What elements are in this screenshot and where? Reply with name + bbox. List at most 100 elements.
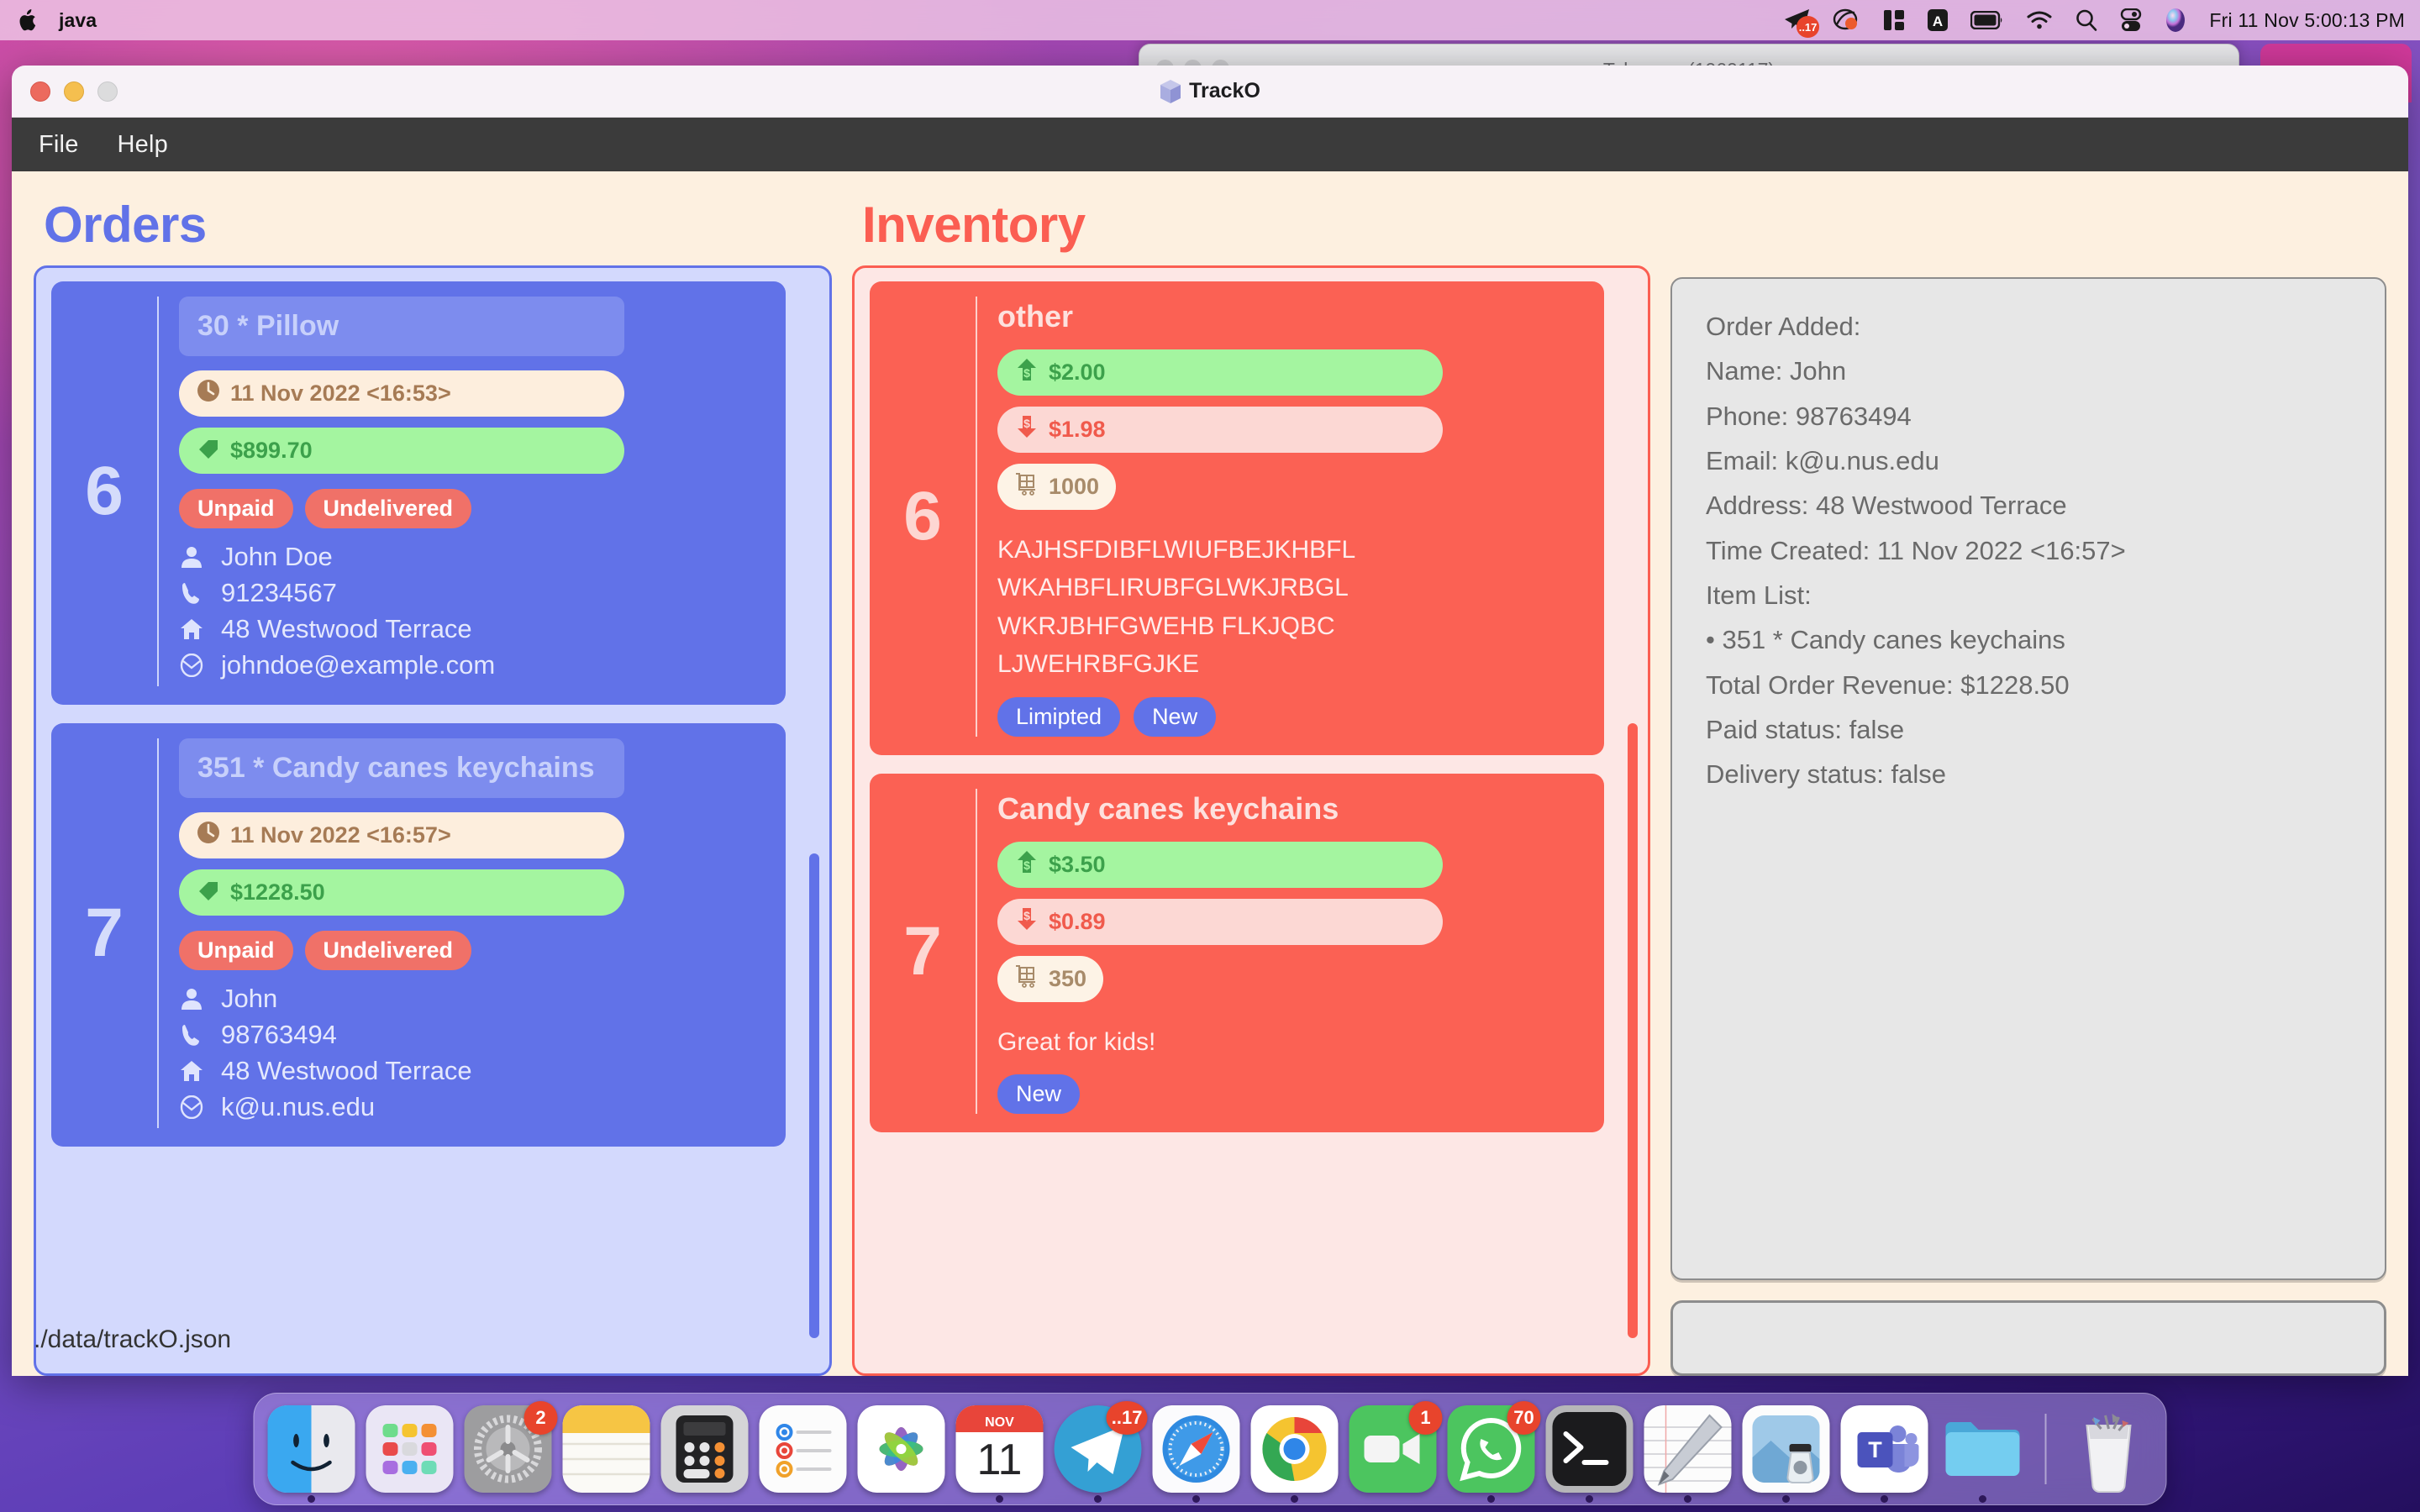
detail-line: Name: John (1706, 356, 1847, 386)
dock-item-telegram[interactable]: ..17 (1054, 1401, 1148, 1503)
launchpad-icon[interactable] (366, 1405, 454, 1493)
dock-item-microsoft-teams[interactable]: T (1840, 1405, 1928, 1503)
dock-item-preview[interactable] (1742, 1405, 1830, 1503)
detail-line: Total Order Revenue: $1228.50 (1706, 669, 2070, 700)
siri-icon[interactable] (2164, 8, 2187, 33)
calendar-icon[interactable]: NOV 11 (955, 1405, 1044, 1493)
order-price-text: $1228.50 (230, 879, 325, 905)
dock-item-calculator[interactable] (660, 1405, 749, 1493)
order-item-summary: 351 * Candy canes keychains (179, 738, 624, 798)
dock-item-safari[interactable] (1152, 1405, 1240, 1503)
status-badge-paid[interactable]: Unpaid (179, 488, 293, 528)
order-time-text: 11 Nov 2022 <16:53> (230, 380, 451, 406)
folder-icon[interactable] (1939, 1405, 2027, 1493)
status-badge-delivery[interactable]: Undelivered (304, 930, 472, 970)
inventory-cost-price: $1.98 (1049, 416, 1106, 442)
inventory-tag[interactable]: New (1134, 696, 1217, 737)
inventory-card[interactable]: 7 Candy canes keychains $ $3.50 $ $0.89 … (870, 773, 1604, 1133)
orders-scrollbar[interactable] (809, 281, 819, 1360)
inventory-scrollbar[interactable] (1628, 281, 1638, 1360)
stage-manager-icon[interactable] (1883, 8, 1905, 33)
chrome-icon[interactable] (1250, 1405, 1339, 1493)
price-tag-icon (196, 435, 221, 466)
detail-column: Order Added: Name: John Phone: 98763494 … (1670, 200, 2386, 1376)
dock-item-chrome[interactable] (1250, 1405, 1339, 1503)
detail-line: Item List: (1706, 580, 1812, 610)
trash-icon[interactable] (2065, 1405, 2153, 1493)
textedit-icon[interactable] (1644, 1405, 1732, 1493)
dock-item-facetime[interactable]: 1 (1349, 1401, 1443, 1493)
spotlight-search-icon[interactable] (2075, 8, 2098, 33)
dock-item-calendar[interactable]: NOV 11 (955, 1405, 1044, 1503)
apple-logo-icon[interactable] (18, 9, 37, 31)
clock-icon (196, 820, 221, 851)
inventory-tag[interactable]: New (997, 1074, 1081, 1115)
order-card[interactable]: 7 351 * Candy canes keychains 11 Nov 202… (51, 722, 786, 1147)
safari-icon[interactable] (1152, 1405, 1240, 1493)
battery-icon[interactable] (1970, 8, 2004, 33)
svg-text:11: 11 (977, 1436, 1023, 1484)
terminal-icon[interactable] (1545, 1405, 1634, 1493)
photos-icon[interactable] (857, 1405, 945, 1493)
menubar-app-name[interactable]: java (59, 9, 97, 32)
dock-item-finder[interactable] (267, 1405, 355, 1503)
svg-text:$: $ (1023, 909, 1030, 922)
svg-text:T: T (1868, 1437, 1882, 1462)
inventory-quantity-pill: 350 (997, 955, 1104, 1002)
envelope-icon (179, 1095, 204, 1120)
inventory-item-name: Candy canes keychains (997, 790, 1339, 826)
price-tag-icon (196, 877, 221, 908)
dock-item-textedit[interactable] (1644, 1405, 1732, 1503)
dock-item-notes[interactable] (562, 1405, 650, 1493)
dock-item-system-settings[interactable]: 2 (464, 1401, 558, 1493)
reminders-icon[interactable] (759, 1405, 847, 1493)
order-contact-phone: 91234567 (221, 577, 337, 607)
svg-text:$: $ (1023, 858, 1030, 872)
menu-item-file[interactable]: File (39, 131, 79, 159)
control-center-icon[interactable] (2120, 8, 2142, 33)
phone-icon (179, 1022, 204, 1047)
status-badge-delivery[interactable]: Undelivered (304, 488, 472, 528)
person-icon (179, 544, 204, 570)
inventory-cost-price: $0.89 (1049, 908, 1106, 934)
orders-column: Orders 6 30 * Pillow 11 Nov 2022 <16:53>… (34, 200, 832, 1376)
orders-scroll-thumb[interactable] (809, 853, 819, 1339)
dock-item-launchpad[interactable] (366, 1405, 454, 1493)
dock-running-dot (1094, 1495, 1102, 1503)
menubar-clock[interactable]: Fri 11 Nov 5:00:13 PM (2209, 9, 2405, 32)
order-card[interactable]: 6 30 * Pillow 11 Nov 2022 <16:53> $899.7… (51, 281, 786, 705)
dock-item-trash[interactable] (2065, 1405, 2153, 1493)
envelope-icon (179, 653, 204, 678)
microsoft-teams-icon[interactable]: T (1840, 1405, 1928, 1493)
inventory-card[interactable]: 6 other $ $2.00 $ $1.98 1000 KAJHSFDIBFL… (870, 281, 1604, 755)
dropbox-icon[interactable] (1833, 8, 1861, 33)
notes-icon[interactable] (562, 1405, 650, 1493)
preview-icon[interactable] (1742, 1405, 1830, 1493)
finder-icon[interactable] (267, 1405, 355, 1493)
wifi-icon[interactable] (2026, 8, 2053, 33)
order-status-chips: Unpaid Undelivered (179, 930, 767, 970)
dock-divider (2044, 1414, 2047, 1484)
result-display-box: Order Added: Name: John Phone: 98763494 … (1670, 277, 2386, 1280)
window-title-group: TrackO (12, 79, 2408, 104)
menu-item-help[interactable]: Help (118, 131, 168, 159)
dock-item-whatsapp[interactable]: 70 (1447, 1401, 1541, 1503)
order-contact-name: John (221, 983, 278, 1013)
order-contact-name-row: John Doe (179, 542, 767, 572)
text-input-icon[interactable]: A (1927, 8, 1949, 33)
trackO-app-window: TrackO File Help Orders 6 30 * Pillow 11… (12, 66, 2408, 1376)
dock-item-photos[interactable] (857, 1405, 945, 1493)
dock-item-terminal[interactable] (1545, 1405, 1634, 1503)
window-titlebar[interactable]: TrackO (12, 66, 2408, 118)
dock-item-folder[interactable] (1939, 1405, 2027, 1503)
status-badge-paid[interactable]: Unpaid (179, 930, 293, 970)
order-contact-email: johndoe@example.com (221, 649, 496, 680)
calculator-icon[interactable] (660, 1405, 749, 1493)
inventory-scroll-thumb[interactable] (1628, 723, 1638, 1339)
telegram-icon[interactable]: ..17 (1784, 8, 1820, 38)
order-price-text: $899.70 (230, 437, 313, 463)
status-file-path: ./data/trackO.json (34, 1326, 232, 1353)
arrow-down-dollar-icon: $ (1014, 906, 1039, 937)
inventory-tag[interactable]: Limipted (997, 696, 1121, 737)
dock-item-reminders[interactable] (759, 1405, 847, 1493)
